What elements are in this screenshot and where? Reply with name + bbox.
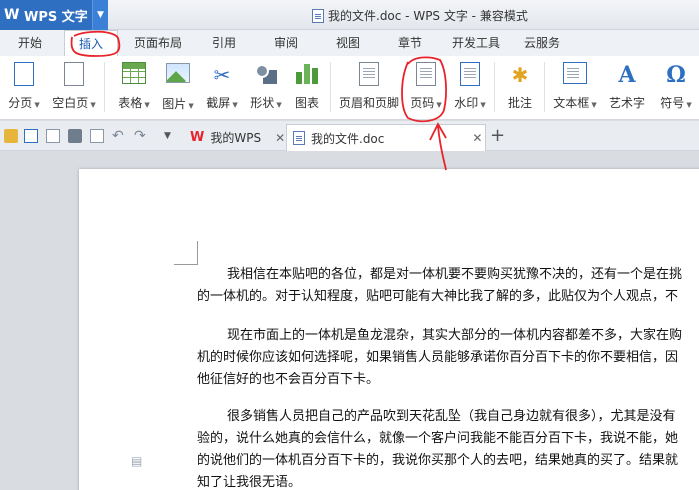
chart-label: 图表 <box>294 96 319 110</box>
comment-label: 批注 <box>507 96 532 110</box>
watermark-button[interactable]: 水印 ▼ <box>450 60 490 118</box>
paragraph-3[interactable]: 很多销售人员把自己的产品吹到天花乱坠（我自己身边就有很多），尤其是没有 验的，说… <box>197 406 678 490</box>
redo-icon[interactable]: ↷ <box>134 129 148 143</box>
text-line: 很多销售人员把自己的产品吹到天花乱坠（我自己身边就有很多），尤其是没有 <box>227 409 676 424</box>
close-icon[interactable]: ✕ <box>472 131 482 145</box>
text-line: 的说他们的一体机百分百下卡的，我说你买那个人的去吧，结果她真的买了。结果就 <box>197 453 679 468</box>
ribbon-divider <box>544 62 545 112</box>
print-icon[interactable] <box>68 129 82 143</box>
undo-icon[interactable]: ↶ <box>112 129 126 143</box>
scissors-icon: ✂ <box>213 63 231 87</box>
wordart-button[interactable]: A 艺术字 <box>606 60 648 118</box>
ribbon-divider <box>104 62 105 112</box>
wps-logo-icon: W <box>190 130 205 145</box>
ribbon-insert: 分页 ▼ 空白页 ▼ 表格 ▼ 图片 ▼ ✂ 截屏 ▼ 形状 ▼ 图表 页眉和页脚 页码 ▼ … <box>0 56 699 120</box>
chevron-down-icon[interactable]: ▼ <box>164 129 178 143</box>
comment-button[interactable]: ✱ 批注 <box>502 60 538 118</box>
tab-page-layout[interactable]: 页面布局 <box>134 30 182 56</box>
page-number-label: 页码 <box>410 96 435 110</box>
page-number-icon <box>416 62 436 86</box>
page-break-icon <box>14 62 34 86</box>
margin-corner-mark <box>174 241 198 265</box>
text-line: 知了让我很无语。 <box>197 475 302 490</box>
chart-icon <box>296 62 318 84</box>
tab-insert[interactable]: 插入 <box>64 30 119 56</box>
symbol-button[interactable]: Ω 符号 ▼ <box>656 60 696 118</box>
text-line: 机的时候你应该如何选择呢，如果销售人员能够承诺你百分百下卡的你不要相信，因 <box>197 350 679 365</box>
tab-home[interactable]: 开始 <box>18 30 42 56</box>
tab-cloud-service[interactable]: 云服务 <box>524 30 560 56</box>
tab-section[interactable]: 章节 <box>398 30 422 56</box>
text-line: 他征信好的也不会百分百下卡。 <box>197 372 380 387</box>
tab-my-wps-label: 我的WPS <box>210 131 262 145</box>
screenshot-button[interactable]: ✂ 截屏 ▼ <box>202 60 242 118</box>
save-icon[interactable] <box>24 129 38 143</box>
wordart-icon: A <box>618 62 636 88</box>
print-preview-icon[interactable] <box>90 129 104 143</box>
shape-icon <box>253 62 279 86</box>
text-line: 我相信在本贴吧的各位，都是对一体机要不要购买犹豫不决的，还有一个是在挑 <box>227 267 683 282</box>
symbol-label: 符号 <box>660 96 685 110</box>
paragraph-2[interactable]: 现在市面上的一体机是鱼龙混杂，其实大部分的一体机内容都差不多，大家在购 机的时候… <box>197 325 682 391</box>
table-icon <box>122 62 146 84</box>
watermark-icon <box>460 62 480 86</box>
blank-page-button[interactable]: 空白页 ▼ <box>50 60 98 118</box>
page-break-button[interactable]: 分页 ▼ <box>4 60 44 118</box>
watermark-label: 水印 <box>454 96 479 110</box>
table-label: 表格 <box>118 96 143 110</box>
tab-my-document[interactable]: 我的文件.doc ✕ <box>286 124 486 151</box>
header-footer-button[interactable]: 页眉和页脚 <box>336 60 402 118</box>
quick-access-bar: ↶ ↷ ▼ W 我的WPS ✕ 我的文件.doc ✕ + <box>0 121 699 151</box>
document-icon <box>312 8 324 23</box>
new-tab-icon[interactable]: + <box>490 125 505 146</box>
window-title-text: 我的文件.doc - WPS 文字 - 兼容模式 <box>328 9 528 23</box>
ribbon-divider <box>330 62 331 112</box>
page-break-label: 分页 <box>8 96 33 110</box>
export-pdf-icon[interactable] <box>46 129 60 143</box>
shape-button[interactable]: 形状 ▼ <box>246 60 286 118</box>
app-name: WPS 文字 <box>24 9 88 25</box>
textbox-label: 文本框 <box>553 96 590 110</box>
header-footer-icon <box>359 62 379 86</box>
tab-references[interactable]: 引用 <box>212 30 236 56</box>
window-title: 我的文件.doc - WPS 文字 - 兼容模式 <box>312 7 528 24</box>
picture-button[interactable]: 图片 ▼ <box>158 60 198 118</box>
tab-my-document-label: 我的文件.doc <box>311 131 385 146</box>
blank-page-icon <box>64 62 84 86</box>
wordart-label: 艺术字 <box>608 96 645 110</box>
close-icon[interactable]: ✕ <box>275 131 285 145</box>
tab-review[interactable]: 审阅 <box>274 30 298 56</box>
tab-my-wps[interactable]: W 我的WPS ✕ <box>184 124 285 151</box>
shape-label: 形状 <box>250 96 275 110</box>
wps-logo-icon: W <box>4 7 20 23</box>
chart-button[interactable]: 图表 <box>290 60 324 118</box>
blank-page-label: 空白页 <box>52 96 89 110</box>
picture-icon <box>166 63 190 83</box>
screenshot-label: 截屏 <box>206 96 231 110</box>
textbox-button[interactable]: 文本框 ▼ <box>550 60 600 118</box>
text-line: 现在市面上的一体机是鱼龙混杂，其实大部分的一体机内容都差不多，大家在购 <box>227 328 683 343</box>
ribbon-divider <box>494 62 495 112</box>
title-bar: W WPS 文字 ▼ 我的文件.doc - WPS 文字 - 兼容模式 <box>0 0 699 30</box>
tab-view[interactable]: 视图 <box>336 30 360 56</box>
paragraph-1[interactable]: 我相信在本贴吧的各位，都是对一体机要不要购买犹豫不决的，还有一个是在挑 的一体机… <box>197 264 682 308</box>
header-footer-label: 页眉和页脚 <box>338 96 399 110</box>
textbox-icon <box>563 62 587 84</box>
tab-developer[interactable]: 开发工具 <box>452 30 500 56</box>
text-line: 验的，说什么她真的会信什么，就像一个客户问我能不能百分百下卡，我说不能，她 <box>197 431 679 446</box>
paragraph-layout-icon[interactable]: ▤ <box>131 454 145 468</box>
menu-bar: 开始 插入 页面布局 引用 审阅 视图 章节 开发工具 云服务 <box>0 30 699 56</box>
omega-icon: Ω <box>666 62 686 88</box>
app-menu-button[interactable]: W WPS 文字 ▼ <box>0 0 108 30</box>
document-icon <box>293 131 305 145</box>
comment-icon: ✱ <box>511 63 529 87</box>
page-number-button[interactable]: 页码 ▼ <box>406 60 446 118</box>
picture-label: 图片 <box>162 97 187 111</box>
open-folder-icon[interactable] <box>4 129 18 143</box>
text-line: 的一体机的。对于认知程度，贴吧可能有大神比我了解的多，此贴仅为个人观点，不 <box>197 289 679 304</box>
table-button[interactable]: 表格 ▼ <box>114 60 154 118</box>
chevron-down-icon[interactable]: ▼ <box>92 0 108 30</box>
